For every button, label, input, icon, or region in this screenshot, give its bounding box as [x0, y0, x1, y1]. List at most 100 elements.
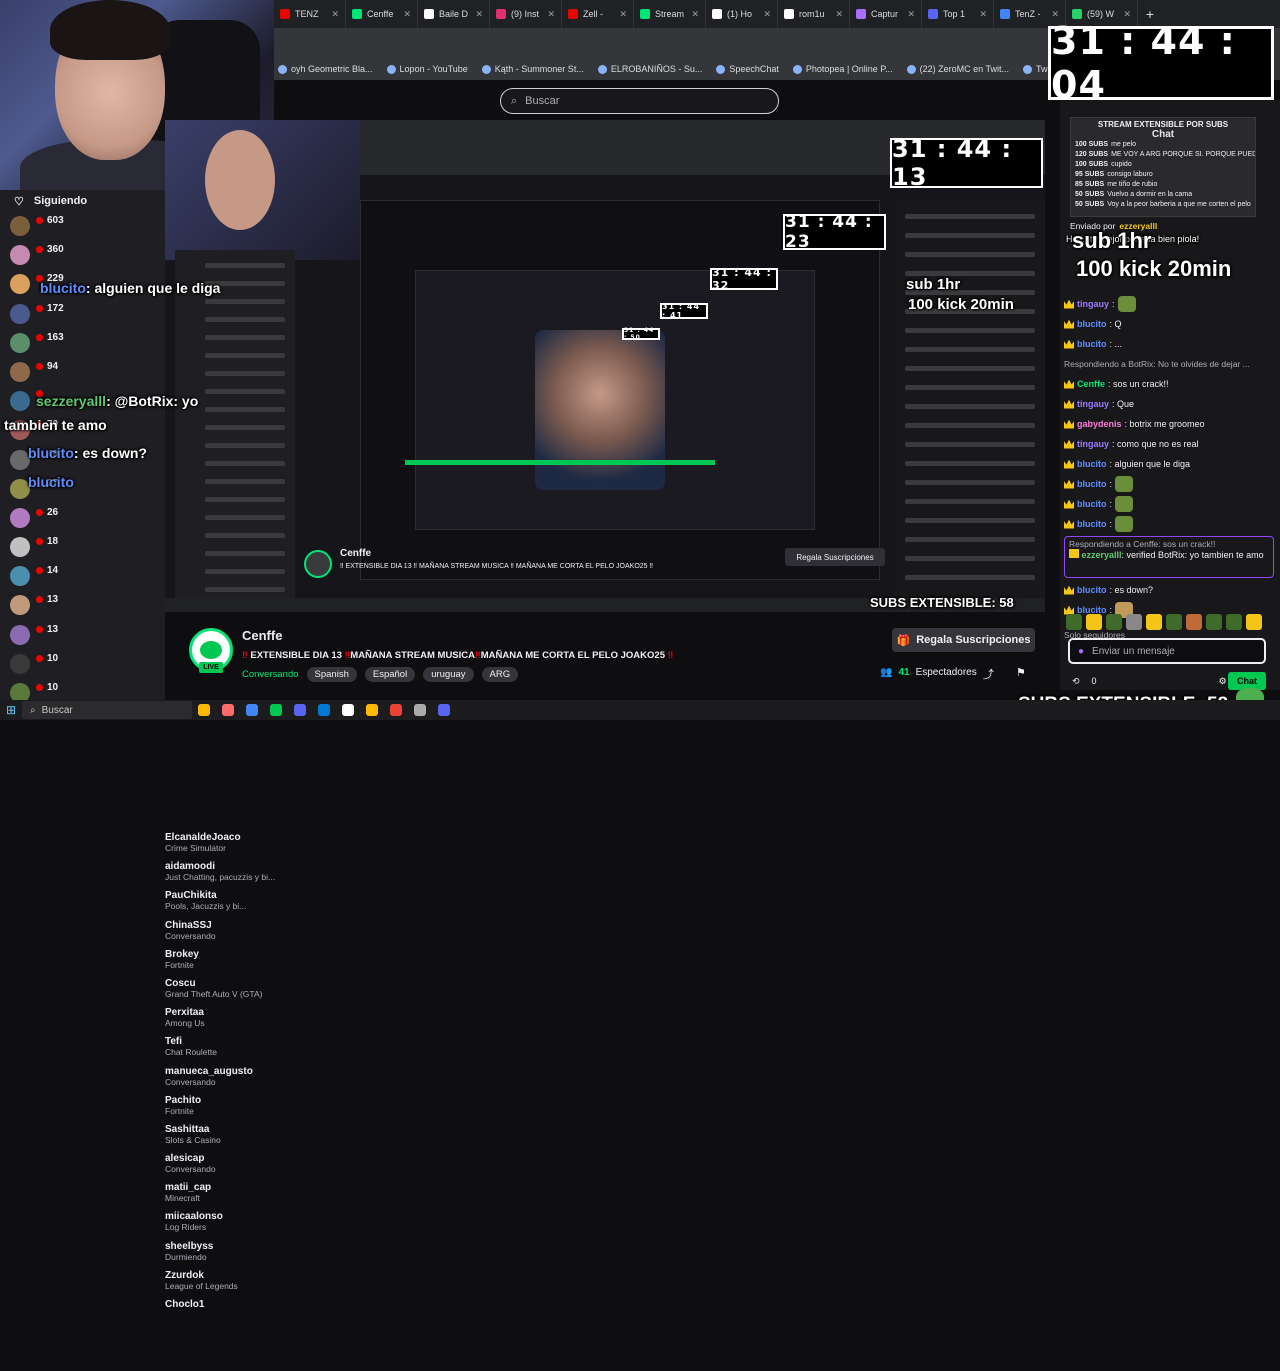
close-icon[interactable]: ✕ [835, 9, 843, 20]
highlighted-reply: Respondiendo a Cenffe: sos un crack!! ez… [1064, 536, 1274, 578]
chat-username[interactable]: tingauy [1077, 394, 1109, 414]
bookmark[interactable]: oyh Geometric Bla... [278, 64, 373, 74]
browser-tab[interactable]: (9) Inst ✕ [490, 0, 562, 28]
taskbar-app-icon[interactable] [408, 700, 432, 720]
bookmark-icon [278, 64, 287, 74]
channel-name: Pachito [165, 1094, 202, 1106]
chat-username[interactable]: tingauy [1077, 294, 1109, 314]
report-icon[interactable]: ⚑ [1016, 666, 1026, 682]
chat-message: blucito: [1064, 474, 1274, 494]
close-icon[interactable]: ✕ [331, 9, 339, 20]
nested-webcam [165, 120, 360, 260]
chat-username[interactable]: blucito [1077, 334, 1107, 354]
channel-name: ElcanaldeJoaco [165, 832, 241, 843]
bookmark[interactable]: SpeechChat [716, 64, 779, 74]
chat-username[interactable]: blucito [1077, 454, 1107, 474]
close-icon[interactable]: ✕ [547, 9, 555, 20]
subs-goal-widget: STREAM EXTENSIBLE POR SUBS Chat 100 SUBS… [1070, 117, 1256, 217]
bookmark[interactable]: Kąth - Summoner St... [481, 64, 584, 74]
bookmark[interactable]: ELROBANIÑOS - Su... [597, 64, 702, 74]
sidebar-channel[interactable]: aidamoodi Just Chatting, pacuzzis y bi...… [0, 241, 1060, 934]
chat-username[interactable]: blucito [1077, 314, 1107, 334]
close-icon[interactable]: ✕ [763, 9, 771, 20]
tag[interactable]: Español [364, 667, 416, 682]
mic-icon[interactable]: ● [1078, 646, 1084, 657]
chat-username[interactable]: blucito [1077, 580, 1107, 600]
sidebar-channel[interactable]: Pachito Fortnite 27 [0, 475, 1060, 1167]
settings-icon[interactable]: ⚙ [1219, 676, 1227, 687]
browser-tab[interactable]: Baile D ✕ [418, 0, 490, 28]
sidebar-channel[interactable]: Sashittaa Slots & Casino 26 [0, 504, 1060, 1196]
sidebar-channel[interactable]: ElcanaldeJoaco Crime Simulator 603 [0, 212, 1060, 904]
browser-tab[interactable]: Stream ✕ [634, 0, 706, 28]
browser-tab[interactable]: Cenffe ✕ [346, 0, 418, 28]
browser-tab[interactable]: (1) Ho ✕ [706, 0, 778, 28]
taskbar-app-icon[interactable] [432, 700, 456, 720]
close-icon[interactable]: ✕ [1051, 9, 1059, 20]
chat-username[interactable]: tingauy [1077, 434, 1109, 454]
chat-input[interactable]: ● Enviar un mensaje [1068, 638, 1266, 664]
gift-subs-label: Regala Suscripciones [916, 634, 1031, 646]
twitch-search[interactable]: ⌕ Buscar [500, 88, 779, 114]
chat-username[interactable]: Cenffe [1077, 374, 1105, 394]
taskbar-app-icon[interactable] [240, 700, 264, 720]
chat-username[interactable]: blucito [1077, 514, 1107, 534]
chat-input-field[interactable]: Enviar un mensaje [1092, 646, 1175, 657]
close-icon[interactable]: ✕ [475, 9, 483, 20]
reward-icon[interactable]: ⟲ [1072, 676, 1080, 687]
tag[interactable]: ARG [481, 667, 519, 682]
bookmark[interactable]: Photopea | Online P... [792, 64, 893, 74]
windows-start-icon[interactable]: ⊞ [0, 700, 22, 720]
sidebar-channel[interactable]: ChinaSSJ Conversando 172 [0, 300, 1060, 992]
channel-name: miicaalonso [165, 1211, 223, 1223]
taskbar-app-icon[interactable] [384, 700, 408, 720]
chat-username[interactable]: gabydenis [1077, 414, 1122, 434]
gift-subs-button[interactable]: 🎁 Regala Suscripciones [892, 628, 1035, 652]
close-icon[interactable]: ✕ [403, 9, 411, 20]
sidebar-channel[interactable]: Zzurdok League of Legends 10 [0, 650, 1060, 1342]
channel-name: PauChikita [165, 890, 217, 902]
sidebar-channel[interactable]: alesicap Conversando 18 [0, 533, 1060, 1226]
chat-username[interactable]: blucito [1077, 494, 1107, 514]
browser-tab[interactable]: Top 1 ✕ [922, 0, 994, 28]
viewers-icon: 👥 [880, 667, 893, 678]
browser-tab[interactable]: TENZ ✕ [274, 0, 346, 28]
bookmark[interactable]: (22) ZeroMC en Twit... [906, 64, 1009, 74]
browser-tab[interactable]: rom1u ✕ [778, 0, 850, 28]
browser-tab[interactable]: Captur ✕ [850, 0, 922, 28]
taskbar-app-icon[interactable] [288, 700, 312, 720]
sidebar-channel[interactable]: Coscu Grand Theft Auto V (GTA) 94 [0, 358, 1060, 1050]
taskbar-app-icon[interactable] [360, 700, 384, 720]
chat-username[interactable]: blucito [1077, 474, 1107, 494]
close-icon[interactable]: ✕ [619, 9, 627, 20]
taskbar-app-icon[interactable] [216, 700, 240, 720]
emote-bar[interactable] [1066, 614, 1266, 632]
category-link[interactable]: Conversando [242, 669, 299, 680]
channel-avatar [10, 303, 30, 324]
viewers-label: Espectadores [915, 667, 977, 678]
chat-message: blucito: [1064, 494, 1274, 514]
taskbar-app-icon[interactable] [312, 700, 336, 720]
taskbar-app-icon[interactable] [336, 700, 360, 720]
overlay-kick-20min: 100 kick 20min [1076, 256, 1232, 281]
close-icon[interactable]: ✕ [979, 9, 987, 20]
sidebar-channel[interactable]: Brokey Fortnite 163 [0, 329, 1060, 1021]
taskbar-app-icon[interactable] [192, 700, 216, 720]
close-icon[interactable]: ✕ [691, 9, 699, 20]
search-input[interactable]: Buscar [525, 95, 559, 107]
share-icon[interactable]: ⤴ [983, 666, 994, 682]
sidebar-channel[interactable]: sheelbyss Durmiendo 13 [0, 621, 1060, 1313]
tag[interactable]: Spanish [306, 667, 357, 682]
sidebar-channel[interactable]: miicaalonso Log Riders 13 [0, 591, 1060, 1284]
close-icon[interactable]: ✕ [1123, 9, 1131, 20]
sidebar-channel[interactable]: matii_cap Minecraft 14 [0, 562, 1060, 1255]
close-icon[interactable]: ✕ [907, 9, 915, 20]
browser-tab[interactable]: Zell - ✕ [562, 0, 634, 28]
bookmark[interactable]: Lopon - YouTube [386, 64, 468, 74]
taskbar-app-icon[interactable] [264, 700, 288, 720]
taskbar-search[interactable]: ⌕ Buscar [22, 701, 192, 719]
channel-name[interactable]: Cenffe [242, 628, 282, 643]
chat-message: blucito: es down? [1064, 580, 1274, 600]
tag[interactable]: uruguay [423, 667, 474, 682]
bookmark-icon [1023, 64, 1033, 74]
